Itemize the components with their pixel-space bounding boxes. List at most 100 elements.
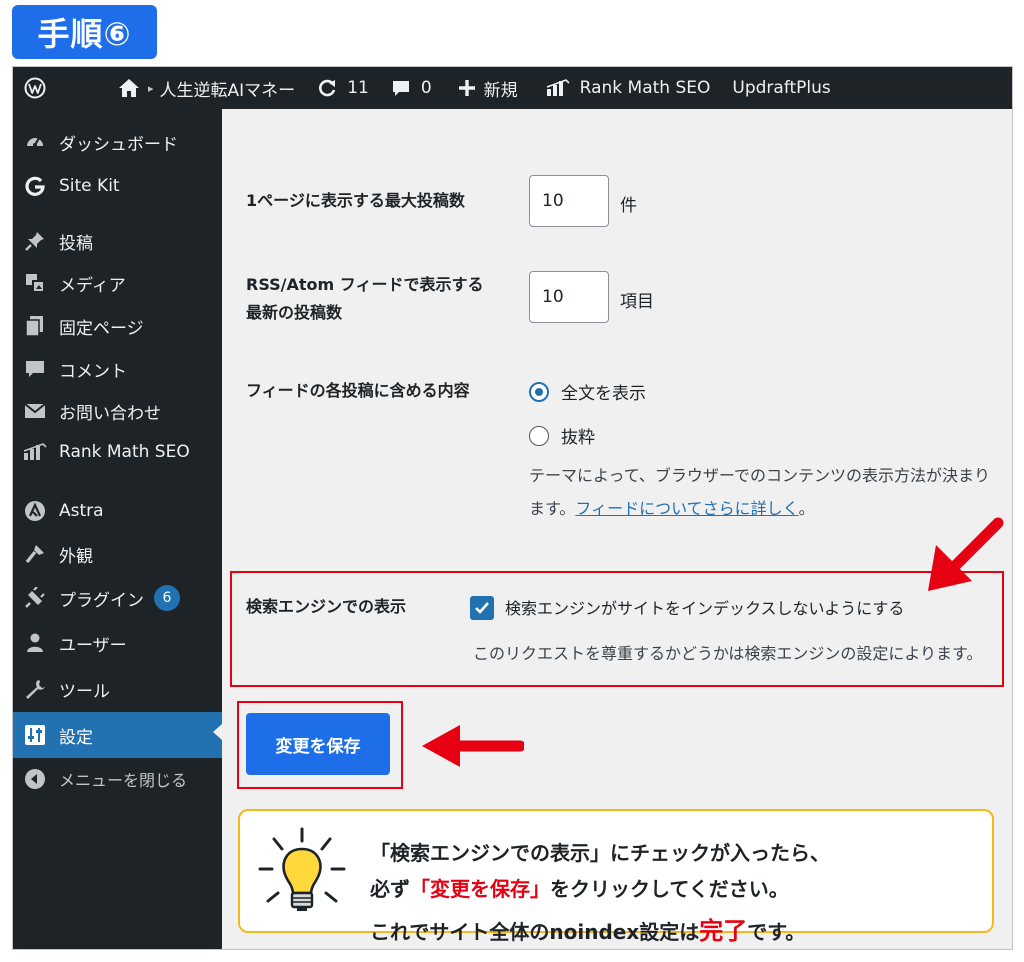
rss-count-input[interactable]: 10 (529, 271, 609, 323)
tip-line-3-highlight: 完了 (699, 917, 748, 945)
save-changes-button[interactable]: 変更を保存 (246, 713, 390, 775)
sidebar-item-label: お問い合わせ (59, 403, 161, 424)
sidebar-item-label: ダッシュボード (59, 134, 178, 155)
lightbulb-icon (258, 827, 346, 911)
sidebar-item-astra[interactable]: Astra (13, 491, 222, 531)
rss-label-line2: 最新の投稿数 (246, 303, 343, 322)
sidebar-item-label: Site Kit (59, 176, 120, 196)
tip-line-2a: 必ず (370, 877, 410, 901)
admin-sidebar: ダッシュボード Site Kit 投稿 メディア 固定ページ コメント お問い合… (13, 109, 222, 949)
updraftplus-link[interactable]: UpdraftPlus (732, 67, 830, 109)
tip-line-2-highlight: 「変更を保存」 (410, 877, 550, 901)
sitekit-g-icon (23, 174, 47, 198)
rankmath-icon (23, 440, 47, 464)
sidebar-item-appearance[interactable]: 外観 (13, 534, 222, 574)
sidebar-item-comments[interactable]: コメント (13, 349, 222, 389)
sidebar-item-pages[interactable]: 固定ページ (13, 306, 222, 346)
pages-icon (23, 314, 47, 338)
sidebar-item-label: 投稿 (59, 233, 93, 254)
rankmath-adminbar-link[interactable]: Rank Math SEO (546, 67, 711, 109)
wrench-icon (23, 677, 47, 701)
posts-per-page-unit: 件 (620, 196, 637, 216)
collapse-arrow-icon (23, 767, 47, 791)
search-visibility-label: 検索エンジンでの表示 (246, 597, 407, 616)
sidebar-item-sitekit[interactable]: Site Kit (13, 166, 222, 206)
step-badge: 手順⑥ (12, 5, 157, 59)
comments-count: 0 (420, 78, 432, 98)
checkmark-icon (475, 602, 489, 614)
search-visibility-highlight (230, 571, 1004, 687)
collapse-menu-label: メニューを閉じる (59, 771, 188, 790)
sidebar-item-rankmath[interactable]: Rank Math SEO (13, 432, 222, 472)
posts-per-page-input[interactable]: 10 (529, 175, 609, 227)
posts-per-page-label: 1ページに表示する最大投稿数 (246, 191, 465, 210)
sidebar-item-label: Rank Math SEO (59, 442, 190, 462)
updates-count: 11 (347, 78, 369, 98)
wp-admin-window: ▸ 人生逆転AIマネー 11 0 新規 Rank Math SEO Updraf… (12, 66, 1013, 950)
settings-icon (23, 723, 47, 747)
new-label: 新規 (483, 80, 518, 101)
sidebar-item-tools[interactable]: ツール (13, 669, 222, 709)
refresh-icon (319, 79, 336, 97)
mail-icon (23, 399, 47, 423)
sidebar-item-label: コメント (59, 361, 127, 382)
feed-content-label: フィードの各投稿に含める内容 (246, 381, 470, 400)
dashboard-icon (23, 130, 47, 154)
wordpress-logo-icon[interactable] (13, 67, 57, 109)
tip-line-3: これでサイト全体のnoindex設定は完了です。 (370, 911, 805, 946)
comment-bubble-icon (392, 81, 409, 96)
radio-selected-icon (529, 381, 549, 402)
red-arrow-down-left-icon (928, 517, 1004, 591)
user-icon (23, 631, 47, 655)
feed-desc-prefix: ます。 (529, 499, 576, 518)
admin-bar: ▸ 人生逆転AIマネー 11 0 新規 Rank Math SEO Updraf… (13, 67, 1012, 109)
sidebar-item-users[interactable]: ユーザー (13, 623, 222, 663)
rankmath-adminbar-label: Rank Math SEO (579, 78, 711, 98)
sidebar-item-label: プラグイン (59, 590, 144, 611)
sidebar-item-plugins[interactable]: プラグイン 6 (13, 578, 222, 618)
feed-excerpt-radio[interactable]: 抜粋 (529, 423, 595, 448)
astra-icon (23, 499, 47, 523)
sidebar-item-media[interactable]: メディア (13, 263, 222, 303)
sidebar-item-label: 外観 (59, 546, 93, 567)
sidebar-item-label: 設定 (59, 727, 93, 748)
noindex-checkbox-label[interactable]: 検索エンジンがサイトをインデックスしないようにする (505, 595, 904, 619)
media-icon (23, 271, 47, 295)
site-name-link[interactable]: 人生逆転AIマネー (160, 67, 296, 109)
radio-unselected-icon (529, 425, 549, 446)
red-arrow-left-icon (422, 725, 524, 767)
sidebar-item-posts[interactable]: 投稿 (13, 221, 222, 261)
home-icon[interactable] (118, 67, 140, 109)
settings-content: 1ページに表示する最大投稿数 10 件 RSS/Atom フィードで表示する 最… (222, 109, 1012, 949)
sidebar-item-label: Astra (59, 501, 104, 521)
feed-learn-more-link[interactable]: フィードについてさらに詳しく (575, 499, 798, 518)
tip-callout: 「検索エンジンでの表示」にチェックが入ったら、 必ず「変更を保存」をクリックして… (238, 809, 994, 945)
tip-line-3b: です。 (747, 920, 806, 944)
updates-link[interactable]: 11 (317, 67, 369, 109)
sidebar-item-settings[interactable]: 設定 (13, 712, 222, 758)
feed-full-label: 全文を表示 (561, 384, 646, 404)
feed-desc-line1: テーマによって、ブラウザーでのコンテンツの表示方法が決まり (529, 466, 990, 485)
tip-line-2: 必ず「変更を保存」をクリックしてください。 (370, 873, 789, 902)
tip-line-2b: をクリックしてください。 (550, 877, 789, 901)
plus-icon (458, 80, 475, 96)
rss-label-line1: RSS/Atom フィードで表示する (246, 275, 484, 294)
search-visibility-note: このリクエストを尊重するかどうかは検索エンジンの設定によります。 (473, 644, 983, 663)
noindex-checkbox[interactable] (470, 596, 494, 620)
plugin-icon (23, 586, 47, 610)
new-content-link[interactable]: 新規 (458, 67, 518, 109)
feed-desc-suffix: 。 (798, 499, 815, 518)
sidebar-item-label: ツール (59, 681, 110, 702)
comment-icon (23, 357, 47, 381)
tip-line-3a: これでサイト全体のnoindex設定は (370, 920, 700, 944)
rss-count-unit: 項目 (620, 292, 654, 312)
sidebar-item-contact[interactable]: お問い合わせ (13, 391, 222, 431)
feed-excerpt-label: 抜粋 (561, 428, 595, 448)
comments-link[interactable]: 0 (391, 67, 432, 109)
collapse-menu-button[interactable]: メニューを閉じる (13, 759, 222, 799)
sidebar-item-label: 固定ページ (59, 318, 144, 339)
feed-full-radio[interactable]: 全文を表示 (529, 379, 646, 404)
tip-line-1: 「検索エンジンでの表示」にチェックが入ったら、 (370, 841, 830, 865)
pin-icon (23, 229, 47, 253)
sidebar-item-dashboard[interactable]: ダッシュボード (13, 122, 222, 162)
